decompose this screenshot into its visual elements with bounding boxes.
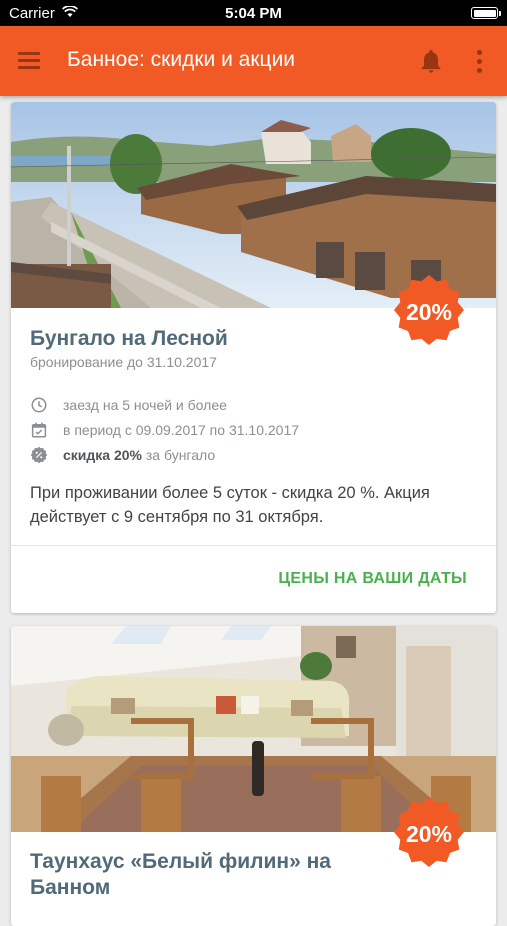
offer-card[interactable]: 20% Бунгало на Лесной бронирование до 31… bbox=[11, 102, 496, 613]
clock-time: 5:04 PM bbox=[225, 5, 282, 22]
battery-icon bbox=[471, 7, 501, 19]
prices-for-dates-button[interactable]: ЦЕНЫ НА ВАШИ ДАТЫ bbox=[278, 570, 467, 588]
bell-icon[interactable] bbox=[417, 47, 445, 75]
condition-discount-label: скидка 20% за бунгало bbox=[63, 447, 215, 463]
discount-badge bbox=[394, 797, 464, 867]
offer-card[interactable]: 20% Таунхаус «Белый филин» на Банном bbox=[11, 626, 496, 926]
menu-icon[interactable] bbox=[16, 49, 42, 73]
condition-discount-target: за бунгало bbox=[142, 447, 216, 463]
page-title: Банное: скидки и акции bbox=[67, 48, 296, 71]
calendar-check-icon bbox=[31, 422, 47, 438]
status-bar: Carrier 5:04 PM bbox=[0, 0, 507, 26]
card-divider bbox=[11, 545, 496, 546]
more-vert-icon[interactable] bbox=[470, 46, 490, 76]
condition-discount-amount: скидка 20% bbox=[63, 447, 142, 463]
app-bar: Банное: скидки и акции bbox=[0, 26, 507, 96]
clock-icon bbox=[31, 397, 47, 413]
offer-title: Бунгало на Лесной bbox=[30, 327, 228, 350]
offer-description: При проживании более 5 суток - скидка 20… bbox=[30, 484, 430, 526]
condition-period-label: в период с 09.09.2017 по 31.10.2017 bbox=[63, 422, 300, 438]
offer-title: Таунхаус «Белый филин» на Банном bbox=[30, 850, 331, 899]
discount-badge bbox=[394, 275, 464, 345]
booking-deadline: бронирование до 31.10.2017 bbox=[30, 354, 217, 370]
condition-stay-label: заезд на 5 ночей и более bbox=[63, 397, 227, 413]
discount-badge-icon bbox=[30, 446, 48, 464]
